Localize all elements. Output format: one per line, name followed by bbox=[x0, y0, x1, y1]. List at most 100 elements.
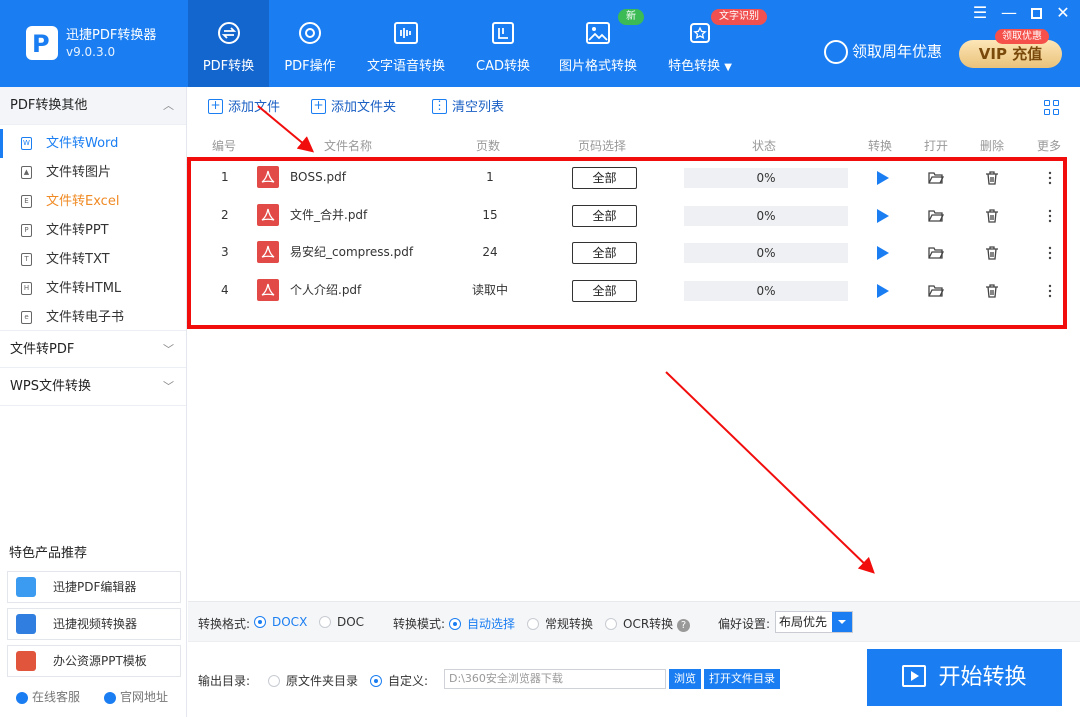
header-more: 更多 bbox=[1037, 139, 1062, 153]
anniversary-promo-link[interactable]: 领取周年优惠 bbox=[824, 40, 942, 64]
sidebar-item-label: 文件转Excel bbox=[46, 194, 120, 209]
start-convert-button[interactable]: 开始转换 bbox=[867, 649, 1062, 706]
online-service-link[interactable]: 在线客服 bbox=[16, 688, 80, 705]
chevron-down-icon[interactable]: ▼ bbox=[724, 62, 732, 73]
sidebar-item[interactable]: e 文件转电子书 bbox=[0, 303, 186, 332]
exchange-icon bbox=[217, 22, 240, 44]
video-converter-icon bbox=[16, 614, 36, 634]
start-label: 开始转换 bbox=[938, 665, 1027, 690]
mode-auto-radio[interactable]: 自动选择 bbox=[449, 615, 515, 632]
open-directory-button[interactable]: 打开文件目录 bbox=[704, 669, 780, 689]
toolbar-label: 添加文件 bbox=[228, 100, 281, 115]
chevron-up-icon: ︿ bbox=[163, 99, 174, 112]
browse-button[interactable]: 浏览 bbox=[669, 669, 701, 689]
sidebar-item[interactable]: P 文件转PPT bbox=[0, 216, 186, 245]
sidebar-item[interactable]: T 文件转TXT bbox=[0, 245, 186, 274]
html-icon: H bbox=[21, 282, 32, 295]
header-index: 编号 bbox=[212, 139, 237, 153]
radio-label: 原文件夹目录 bbox=[286, 674, 359, 688]
ebook-icon: e bbox=[21, 311, 32, 324]
header-pages: 页数 bbox=[476, 139, 501, 153]
output-original-radio[interactable]: 原文件夹目录 bbox=[268, 672, 358, 689]
output-label: 输出目录: bbox=[198, 674, 251, 688]
help-icon[interactable]: ? bbox=[677, 619, 690, 632]
sidebar-item[interactable]: H 文件转HTML bbox=[0, 274, 186, 303]
txt-icon: T bbox=[21, 253, 32, 266]
tab-label: PDF转换 bbox=[202, 59, 255, 74]
sidebar-item-label: 文件转PPT bbox=[46, 223, 109, 238]
preference-select[interactable]: 布局优先 bbox=[775, 611, 853, 633]
globe-icon bbox=[104, 691, 116, 704]
menu-icon[interactable]: ☰ bbox=[971, 4, 989, 22]
clear-list-button[interactable]: ⋮ 清空列表 bbox=[432, 98, 504, 118]
radio-label: OCR转换 bbox=[623, 617, 674, 631]
title-bar: P 迅捷PDF转换器 v9.0.3.0 PDF转换 PDF操作 文字语音转换 C… bbox=[0, 0, 1080, 87]
mode-normal-radio[interactable]: 常规转换 bbox=[527, 615, 593, 632]
radio-icon bbox=[319, 615, 331, 628]
tab-cad[interactable]: CAD转换 bbox=[467, 0, 539, 87]
picture-icon: ▲ bbox=[21, 166, 32, 179]
pdf-editor-icon bbox=[16, 577, 36, 597]
category-wps[interactable]: WPS文件转换 ﹀ bbox=[0, 368, 186, 406]
tab-label-text: 特色转换 bbox=[668, 59, 721, 74]
sidebar-item-label: 文件转TXT bbox=[46, 252, 110, 267]
vip-discount-tag: 领取优惠 bbox=[995, 29, 1049, 44]
conversion-options-bar: 转换格式: DOCX DOC 转换模式: 自动选择 常规转换 OCR转换 ? 偏… bbox=[188, 601, 1080, 641]
app-version: v9.0.3.0 bbox=[66, 45, 116, 59]
vip-label: VIP 充值 bbox=[978, 45, 1043, 63]
headset-icon bbox=[16, 691, 28, 704]
recommend-label: 迅捷视频转换器 bbox=[53, 617, 138, 631]
recommend-ppt-template[interactable]: 办公资源PPT模板 bbox=[7, 645, 181, 677]
header-delete: 删除 bbox=[980, 139, 1005, 153]
sidebar: PDF转换其他 ︿ W 文件转Word ▲ 文件转图片 E 文件转Excel P 文件转PPT… bbox=[0, 87, 187, 717]
output-path-input[interactable]: D:\360安全浏览器下载 bbox=[444, 669, 666, 689]
header-name: 文件名称 bbox=[324, 139, 373, 153]
ppt-icon: P bbox=[21, 224, 32, 237]
mode-ocr-radio[interactable]: OCR转换 ? bbox=[605, 615, 690, 632]
minimize-icon[interactable]: — bbox=[1000, 4, 1018, 22]
sidebar-item[interactable]: ▲ 文件转图片 bbox=[0, 158, 186, 187]
category-label: 文件转PDF bbox=[10, 342, 75, 357]
toolbar-label: 添加文件夹 bbox=[331, 100, 397, 115]
chevron-down-icon: ﹀ bbox=[163, 343, 174, 356]
add-file-icon: + bbox=[208, 99, 223, 114]
tab-pdf-convert[interactable]: PDF转换 bbox=[188, 0, 269, 87]
header-page-select: 页码选择 bbox=[578, 139, 627, 153]
maximize-icon[interactable] bbox=[1027, 4, 1045, 22]
user-icon bbox=[824, 40, 848, 64]
radio-icon bbox=[449, 617, 461, 630]
radio-label: 常规转换 bbox=[545, 617, 594, 631]
recommend-video-converter[interactable]: 迅捷视频转换器 bbox=[7, 608, 181, 640]
radio-icon bbox=[605, 617, 617, 630]
category-label: PDF转换其他 bbox=[10, 98, 88, 113]
category-to-pdf[interactable]: 文件转PDF ﹀ bbox=[0, 330, 186, 368]
tab-pdf-operate[interactable]: PDF操作 bbox=[271, 0, 349, 87]
footer-label: 在线客服 bbox=[32, 690, 81, 704]
recommend-title: 特色产品推荐 bbox=[9, 546, 88, 561]
radio-label: DOC bbox=[337, 615, 365, 629]
sidebar-item[interactable]: E 文件转Excel bbox=[0, 187, 186, 216]
official-site-link[interactable]: 官网地址 bbox=[104, 688, 168, 705]
add-file-button[interactable]: + 添加文件 bbox=[208, 98, 280, 118]
category-pdf-other[interactable]: PDF转换其他 ︿ bbox=[0, 87, 186, 125]
tab-text-voice[interactable]: 文字语音转换 bbox=[360, 0, 452, 87]
cad-icon bbox=[492, 22, 514, 44]
add-folder-button[interactable]: + 添加文件夹 bbox=[311, 98, 396, 118]
vip-recharge-button[interactable]: VIP 充值 领取优惠 bbox=[959, 29, 1062, 68]
sidebar-item[interactable]: W 文件转Word bbox=[0, 129, 186, 158]
image-icon bbox=[586, 22, 610, 44]
tab-label: 文字语音转换 bbox=[366, 59, 445, 74]
sidebar-item-label: 文件转图片 bbox=[46, 165, 112, 180]
excel-icon: E bbox=[21, 195, 32, 208]
footer-label: 官网地址 bbox=[120, 690, 169, 704]
grid-view-icon[interactable] bbox=[1044, 100, 1060, 116]
recommend-pdf-editor[interactable]: 迅捷PDF编辑器 bbox=[7, 571, 181, 603]
format-doc-radio[interactable]: DOC bbox=[319, 615, 364, 629]
settings-icon bbox=[299, 22, 321, 44]
output-custom-radio[interactable]: 自定义: bbox=[370, 672, 428, 689]
radio-label: DOCX bbox=[272, 615, 308, 629]
pref-label: 偏好设置: bbox=[718, 617, 771, 631]
format-docx-radio[interactable]: DOCX bbox=[254, 615, 307, 629]
close-icon[interactable]: ✕ bbox=[1054, 4, 1072, 22]
selection-indicator bbox=[0, 129, 3, 158]
